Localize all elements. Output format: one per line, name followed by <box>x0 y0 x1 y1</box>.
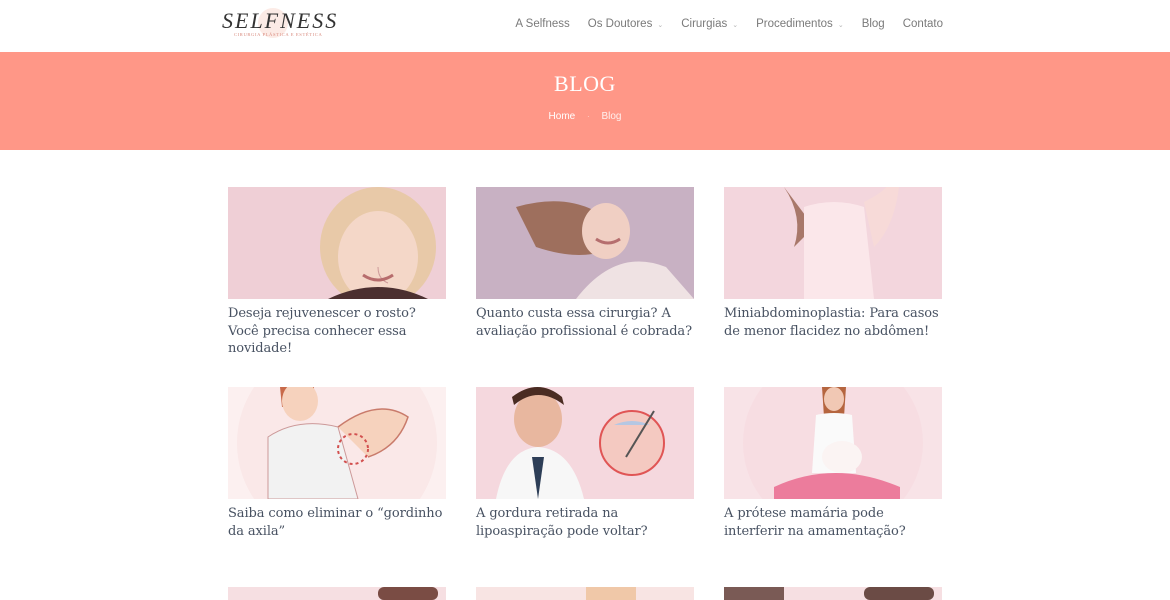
site-header: SELFNESS Cirurgia Plástica e Estética A … <box>0 0 1170 52</box>
main-nav: A Selfness Os Doutores ⌄ Cirurgias ⌄ Proce… <box>497 17 943 31</box>
blog-card-thumbnail-partial[interactable] <box>476 587 694 600</box>
nav-label: Cirurgias <box>681 18 728 30</box>
photo-illustration <box>228 387 446 499</box>
page-banner: BLOG Home · Blog <box>0 52 1170 150</box>
photo-illustration <box>228 187 446 299</box>
logo-tagline: Cirurgia Plástica e Estética <box>234 32 323 37</box>
blog-post-title[interactable]: Saiba como eliminar o “gordinho da axila… <box>228 505 446 540</box>
nav-label: Os Doutores <box>587 18 653 30</box>
nav-item-cirurgias[interactable]: Cirurgias ⌄ <box>681 17 738 31</box>
blog-post-title[interactable]: Deseja rejuvenescer o rosto? Você precis… <box>228 305 446 358</box>
blog-card: Miniabdominoplastia: Para casos de menor… <box>724 187 942 340</box>
underarm-illustration[interactable] <box>228 387 446 499</box>
nav-item-contato[interactable]: Contato <box>903 17 943 31</box>
chevron-down-icon: ⌄ <box>732 21 739 29</box>
blog-card: Quanto custa essa cirurgia? A avaliação … <box>476 187 694 340</box>
nav-item-blog[interactable]: Blog <box>862 17 885 31</box>
blog-post-title[interactable]: A gordura retirada na lipoaspiração pode… <box>476 505 694 540</box>
nav-item-procedimentos[interactable]: Procedimentos ⌄ <box>756 17 844 31</box>
chevron-down-icon: ⌄ <box>837 21 844 29</box>
woman-pink-top-photo[interactable] <box>724 187 942 299</box>
blog-card: A prótese mamária pode interferir na ama… <box>724 387 942 540</box>
photo-illustration <box>228 587 446 600</box>
photo-illustration <box>724 187 942 299</box>
blog-post-title[interactable]: Miniabdominoplastia: Para casos de menor… <box>724 305 942 340</box>
nav-label: Contato <box>902 18 943 30</box>
nav-label: Blog <box>861 18 885 30</box>
photo-illustration <box>476 387 694 499</box>
page-title: BLOG <box>554 71 616 96</box>
chevron-down-icon: ⌄ <box>657 21 664 29</box>
logo-wordmark: SELFNESS <box>222 8 339 33</box>
selfness-logo[interactable]: SELFNESS Cirurgia Plástica e Estética <box>222 8 336 42</box>
laughing-woman-photo[interactable] <box>476 187 694 299</box>
photo-illustration <box>724 387 942 499</box>
doctor-liposuction-photo[interactable] <box>476 387 694 499</box>
blog-card-thumbnail-partial[interactable] <box>724 587 942 600</box>
blog-card-thumbnail-partial[interactable] <box>228 587 446 600</box>
breadcrumb-home-link[interactable]: Home <box>549 111 576 122</box>
breadcrumb-separator: · <box>587 112 590 121</box>
blog-card: Deseja rejuvenescer o rosto? Você precis… <box>228 187 446 358</box>
blog-card: A gordura retirada na lipoaspiração pode… <box>476 387 694 540</box>
nav-item-os-doutores[interactable]: Os Doutores ⌄ <box>588 17 663 31</box>
nav-item-a-selfness[interactable]: A Selfness <box>515 17 569 31</box>
photo-illustration <box>724 587 942 600</box>
smiling-blonde-woman-photo[interactable] <box>228 187 446 299</box>
nav-label: Procedimentos <box>756 18 833 30</box>
blog-post-title[interactable]: Quanto custa essa cirurgia? A avaliação … <box>476 305 694 340</box>
breadcrumb-current: Blog <box>601 111 622 122</box>
blog-post-title[interactable]: A prótese mamária pode interferir na ama… <box>724 505 942 540</box>
blog-card: Saiba como eliminar o “gordinho da axila… <box>228 387 446 540</box>
photo-illustration <box>476 587 694 600</box>
nav-label: A Selfness <box>515 18 570 30</box>
pregnant-woman-photo[interactable] <box>724 387 942 499</box>
photo-illustration <box>476 187 694 299</box>
breadcrumb: Home · Blog <box>0 111 1170 122</box>
